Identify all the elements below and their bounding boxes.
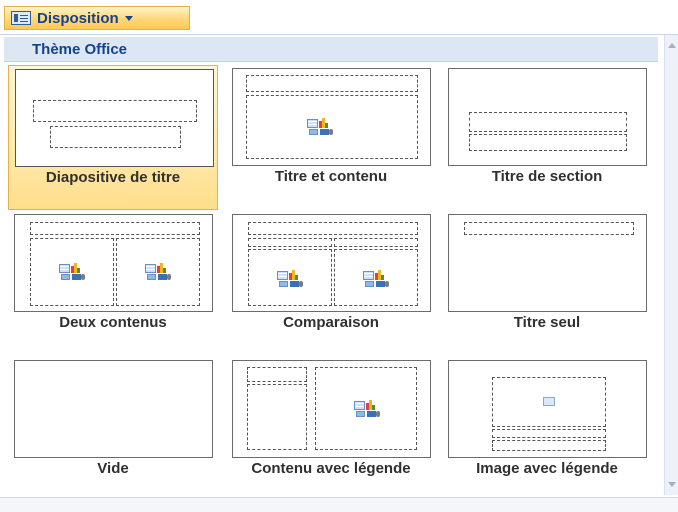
chevron-down-icon: [124, 15, 133, 21]
layout-caption: Titre et contenu: [274, 168, 388, 185]
layout-tile-titre-seul[interactable]: Titre seul: [442, 211, 652, 356]
layout-tile-vide[interactable]: Vide: [8, 357, 218, 502]
layout-caption: Contenu avec légende: [251, 460, 411, 477]
content-insert-icon: [59, 261, 85, 281]
text-placeholder: [492, 440, 606, 451]
heading-placeholder-left: [248, 238, 332, 247]
theme-name: Thème Office: [32, 41, 128, 58]
title-placeholder: [246, 75, 418, 92]
layout-tile-deux-contenus[interactable]: Deux contenus: [8, 211, 218, 356]
content-insert-icon: [307, 116, 333, 136]
layout-tile-comparaison[interactable]: Comparaison: [226, 211, 436, 356]
scroll-down-icon[interactable]: [668, 482, 676, 487]
layout-tile-image-avec-legende[interactable]: Image avec légende: [442, 357, 652, 502]
disposition-dropdown-button[interactable]: Disposition: [4, 6, 190, 30]
content-placeholder-right: [334, 249, 418, 306]
layout-thumbnail: [232, 214, 431, 312]
layout-thumbnail: [14, 360, 213, 458]
content-placeholder: [315, 367, 417, 450]
content-placeholder-left: [248, 249, 332, 306]
text-placeholder: [247, 384, 307, 450]
toolbar: Disposition: [0, 0, 678, 34]
layout-caption: Titre de section: [491, 168, 603, 185]
title-placeholder: [464, 222, 634, 235]
layout-thumbnail: [448, 214, 647, 312]
subtitle-placeholder: [50, 126, 181, 148]
content-insert-icon: [354, 398, 380, 418]
layout-caption: Deux contenus: [59, 314, 167, 331]
heading-placeholder-right: [334, 238, 418, 247]
layout-caption: Diapositive de titre: [45, 169, 181, 186]
layout-thumbnail: [232, 68, 431, 166]
layout-tile-diapositive-de-titre[interactable]: Diapositive de titre: [8, 65, 218, 210]
layout-thumbnail: [448, 360, 647, 458]
content-insert-icon: [363, 268, 389, 288]
disposition-label: Disposition: [37, 9, 119, 27]
theme-header: Thème Office: [4, 37, 658, 62]
picture-icon: [543, 397, 555, 406]
title-placeholder: [247, 367, 307, 382]
layout-caption: Vide: [97, 460, 129, 477]
layout-tile-titre-et-contenu[interactable]: Titre et contenu: [226, 65, 436, 210]
layout-caption: Titre seul: [513, 314, 581, 331]
gallery-scrollbar[interactable]: [664, 35, 678, 495]
content-insert-icon: [145, 261, 171, 281]
content-placeholder: [246, 95, 418, 159]
title-placeholder: [30, 222, 200, 235]
title-placeholder: [248, 222, 418, 235]
content-insert-icon: [277, 268, 303, 288]
layout-caption: Image avec légende: [476, 460, 618, 477]
content-placeholder-right: [116, 238, 200, 306]
layout-caption: Comparaison: [283, 314, 379, 331]
scroll-up-icon[interactable]: [668, 43, 676, 48]
title-placeholder: [469, 112, 627, 132]
layout-thumbnail: [14, 214, 213, 312]
picture-placeholder: [492, 377, 606, 427]
layout-gallery: Thème Office Diapositive de titre Titre …: [0, 34, 678, 512]
layout-tile-contenu-avec-legende[interactable]: Contenu avec légende: [226, 357, 436, 502]
layout-tile-titre-de-section[interactable]: Titre de section: [442, 65, 652, 210]
layout-thumbnail: [15, 69, 214, 167]
layout-icon: [11, 11, 31, 25]
content-placeholder-left: [30, 238, 114, 306]
layout-thumbnail: [232, 360, 431, 458]
text-placeholder: [469, 134, 627, 151]
layout-thumbnail: [448, 68, 647, 166]
title-placeholder: [492, 429, 606, 438]
title-placeholder: [33, 100, 197, 122]
